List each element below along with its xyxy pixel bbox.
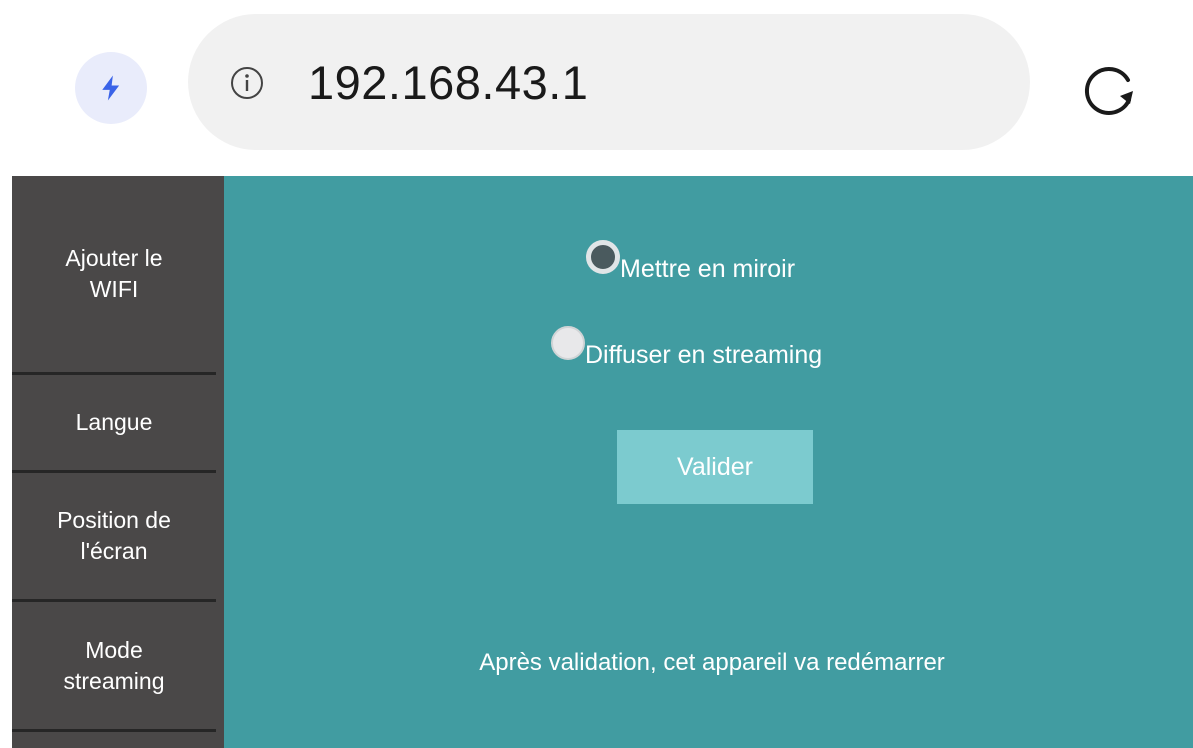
lightning-bolt-button[interactable]	[75, 52, 147, 124]
sidebar-item-label: Mode streaming	[63, 636, 165, 694]
lightning-bolt-icon	[102, 75, 120, 101]
sidebar-item-label: Langue	[75, 409, 153, 435]
sidebar-item-streaming-mode[interactable]: Mode streaming	[12, 602, 216, 732]
radio-label: Mettre en miroir	[620, 255, 796, 283]
radio-button-checked[interactable]	[586, 240, 620, 274]
sidebar-item-label: Position de l'écran	[57, 507, 171, 564]
sidebar-item-add-wifi[interactable]: Ajouter le WIFI	[12, 176, 216, 375]
sidebar-menu: Ajouter le WIFI Langue Position de l'écr…	[12, 176, 224, 748]
validate-button[interactable]: Valider	[617, 430, 813, 504]
restart-notice: Après validation, cet appareil va redéma…	[479, 649, 945, 676]
main-panel: Mettre en miroir Diffuser en streaming V…	[224, 176, 1193, 748]
address-bar[interactable]: 192.168.43.1	[188, 14, 1030, 150]
browser-toolbar: 192.168.43.1	[0, 0, 1193, 172]
info-icon[interactable]	[230, 66, 264, 100]
radio-label: Diffuser en streaming	[585, 341, 823, 369]
url-text[interactable]: 192.168.43.1	[308, 56, 588, 110]
sidebar-item-language[interactable]: Langue	[12, 375, 216, 473]
sidebar-item-screen-position[interactable]: Position de l'écran	[12, 473, 216, 602]
reload-icon[interactable]	[1070, 58, 1144, 124]
radio-button-unchecked[interactable]	[551, 326, 585, 360]
radio-option-streaming[interactable]: Diffuser en streaming	[551, 326, 822, 370]
sidebar-item-label: Ajouter le WIFI	[65, 245, 163, 302]
radio-option-mirror[interactable]: Mettre en miroir	[586, 240, 795, 284]
